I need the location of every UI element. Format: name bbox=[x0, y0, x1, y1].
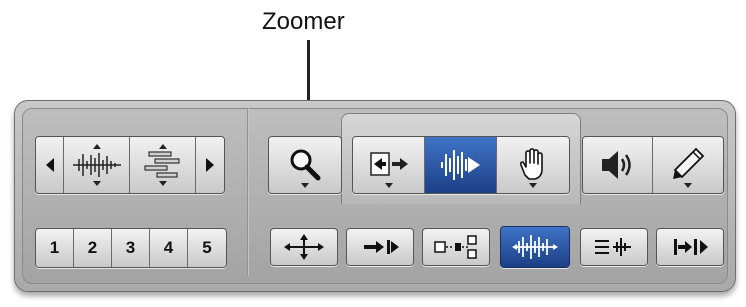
spot-mode-button[interactable] bbox=[422, 228, 490, 266]
zoomer-menu-indicator bbox=[301, 183, 309, 188]
section-divider bbox=[247, 108, 249, 276]
shuffle-mode-button[interactable] bbox=[270, 228, 338, 266]
pencil-menu-indicator bbox=[684, 183, 692, 188]
selector-tool-button[interactable] bbox=[425, 137, 497, 193]
trim-icon bbox=[369, 152, 408, 176]
shuffle-arrows-icon bbox=[284, 234, 324, 260]
zoom-preset-label: 1 bbox=[49, 238, 60, 257]
pencil-tool-button[interactable] bbox=[653, 137, 723, 193]
zoom-preset-5[interactable]: 5 bbox=[188, 229, 226, 267]
zoom-preset-4[interactable]: 4 bbox=[150, 229, 188, 267]
slip-mode-button[interactable] bbox=[346, 228, 414, 266]
trim-tool-button[interactable] bbox=[353, 137, 425, 193]
pencil-icon bbox=[673, 147, 705, 179]
slip-arrow-icon bbox=[364, 240, 399, 254]
scrub-pencil-group bbox=[582, 136, 724, 194]
slip-mode-face bbox=[347, 229, 413, 265]
nudge-left-icon bbox=[45, 158, 54, 172]
shuffle-mode-face bbox=[271, 229, 337, 265]
nudge-right-icon bbox=[206, 158, 214, 172]
zoom-preset-label: 2 bbox=[87, 238, 98, 257]
zoom-preset-group: 1 2 3 4 5 bbox=[35, 228, 227, 268]
edit-lines-face bbox=[581, 229, 647, 265]
grid-icon bbox=[512, 235, 558, 259]
zoom-preset-label: 5 bbox=[202, 238, 212, 257]
zoom-preset-2[interactable]: 2 bbox=[74, 229, 112, 267]
scrubber-tool-button[interactable] bbox=[583, 137, 653, 193]
zoom-preset-3[interactable]: 3 bbox=[112, 229, 150, 267]
grid-mode-face bbox=[501, 227, 569, 267]
trim-menu-indicator bbox=[384, 183, 393, 188]
edit-arrow-face bbox=[657, 229, 723, 265]
speaker-icon bbox=[601, 151, 631, 179]
grabber-menu-indicator bbox=[529, 183, 537, 188]
zoom-preset-1[interactable]: 1 bbox=[36, 229, 74, 267]
waveform-zoom-icon bbox=[72, 144, 121, 186]
zoomer-group bbox=[268, 136, 342, 194]
grabber-tool-button[interactable] bbox=[497, 137, 569, 193]
nudge-left-button[interactable] bbox=[36, 137, 64, 193]
zoom-preset-label: 3 bbox=[125, 238, 136, 257]
waveform-zoom-button[interactable] bbox=[64, 137, 130, 193]
selector-waveform-icon bbox=[440, 150, 480, 180]
spot-icon bbox=[434, 235, 477, 259]
spot-mode-face bbox=[423, 229, 489, 265]
edit-tools-group bbox=[352, 136, 570, 194]
zoom-controls-group bbox=[35, 136, 225, 194]
zoomer-callout-label: Zoomer bbox=[262, 8, 345, 35]
grid-mode-button[interactable] bbox=[500, 226, 570, 268]
zoomer-tool-button[interactable] bbox=[269, 137, 341, 193]
midi-zoom-button[interactable] bbox=[130, 137, 196, 193]
edit-arrow-icon bbox=[674, 239, 708, 255]
hand-icon bbox=[519, 148, 543, 180]
edit-lines-button[interactable] bbox=[580, 228, 648, 266]
nudge-right-button[interactable] bbox=[196, 137, 224, 193]
magnifier-icon bbox=[290, 149, 321, 181]
edit-arrow-button[interactable] bbox=[656, 228, 724, 266]
midi-zoom-icon bbox=[143, 144, 180, 186]
zoom-preset-label: 4 bbox=[163, 238, 174, 257]
edit-lines-icon bbox=[595, 238, 631, 256]
